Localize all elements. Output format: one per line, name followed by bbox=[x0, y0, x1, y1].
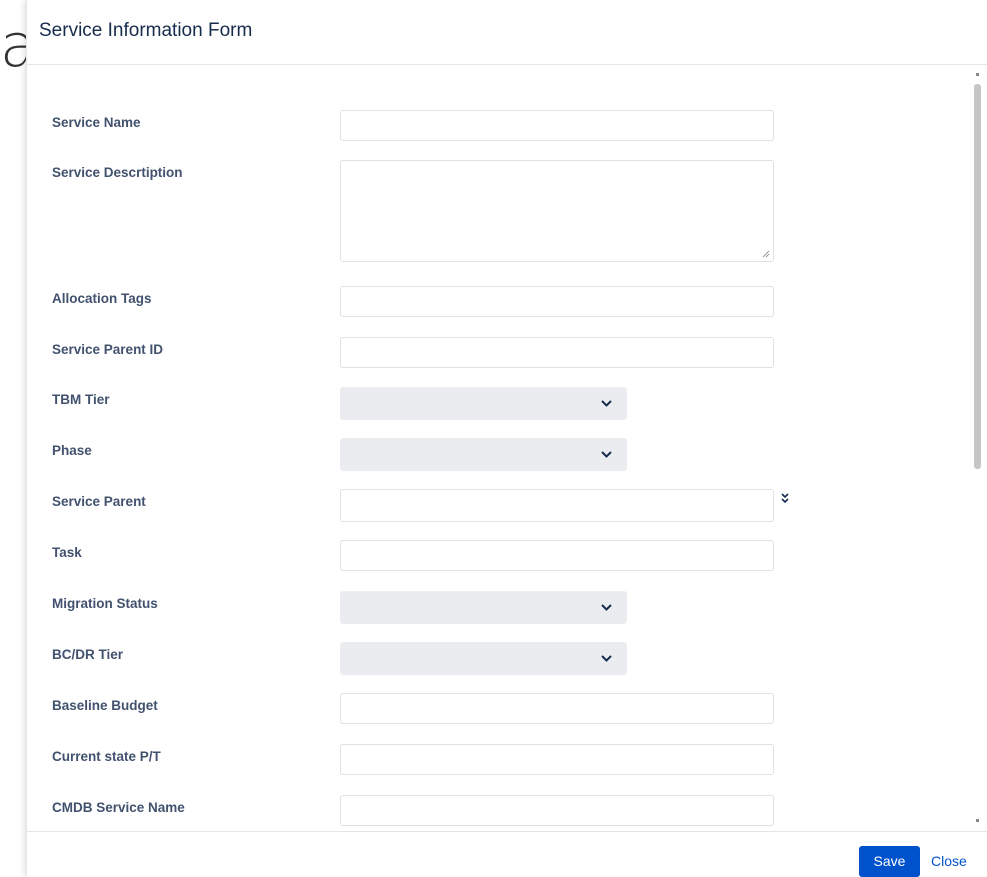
service-description-textarea[interactable] bbox=[340, 160, 774, 262]
field-label: Service Name bbox=[52, 115, 141, 130]
cmdb-service-name-input[interactable] bbox=[340, 795, 774, 826]
field-label: Allocation Tags bbox=[52, 291, 152, 306]
dialog-header: Service Information Form bbox=[27, 0, 987, 65]
field-label: Baseline Budget bbox=[52, 698, 158, 713]
scrollbar-thumb[interactable] bbox=[974, 84, 981, 469]
double-chevron-down-icon[interactable] bbox=[780, 493, 790, 505]
close-link[interactable]: Close bbox=[931, 853, 967, 869]
field-label: Service Parent bbox=[52, 494, 146, 509]
background-text: a bbox=[0, 11, 26, 81]
field-label: Migration Status bbox=[52, 596, 158, 611]
dialog-body[interactable]: Service Name Service Descrtiption Alloca… bbox=[27, 65, 987, 831]
bcdr-tier-select[interactable] bbox=[340, 642, 627, 675]
service-information-dialog: Service Information Form Service Name Se… bbox=[26, 0, 987, 877]
dialog-title: Service Information Form bbox=[39, 20, 253, 41]
service-name-input[interactable] bbox=[340, 110, 774, 141]
baseline-budget-input[interactable] bbox=[340, 693, 774, 724]
current-state-pt-input[interactable] bbox=[340, 744, 774, 775]
chevron-down-icon bbox=[601, 655, 612, 662]
field-label: Current state P/T bbox=[52, 749, 161, 764]
field-label: Service Descrtiption bbox=[52, 165, 183, 180]
field-label: Service Parent ID bbox=[52, 342, 164, 357]
field-label: CMDB Service Name bbox=[52, 800, 185, 815]
allocation-tags-input[interactable] bbox=[340, 286, 774, 317]
service-parent-input[interactable] bbox=[340, 489, 774, 522]
resize-handle-icon[interactable] bbox=[762, 250, 770, 258]
scroll-up-icon[interactable] bbox=[976, 73, 979, 76]
tbm-tier-select[interactable] bbox=[340, 387, 627, 420]
phase-select[interactable] bbox=[340, 438, 627, 471]
save-button[interactable]: Save bbox=[859, 846, 920, 877]
service-parent-id-input[interactable] bbox=[340, 337, 774, 368]
scroll-down-icon[interactable] bbox=[976, 819, 979, 822]
task-input[interactable] bbox=[340, 540, 774, 571]
field-label: TBM Tier bbox=[52, 392, 110, 407]
field-label: Phase bbox=[52, 443, 92, 458]
chevron-down-icon bbox=[601, 604, 612, 611]
field-label: Task bbox=[52, 545, 82, 560]
migration-status-select[interactable] bbox=[340, 591, 627, 624]
dialog-footer: Save Close bbox=[27, 831, 987, 877]
field-label: BC/DR Tier bbox=[52, 647, 124, 662]
chevron-down-icon bbox=[601, 400, 612, 407]
chevron-down-icon bbox=[601, 451, 612, 458]
